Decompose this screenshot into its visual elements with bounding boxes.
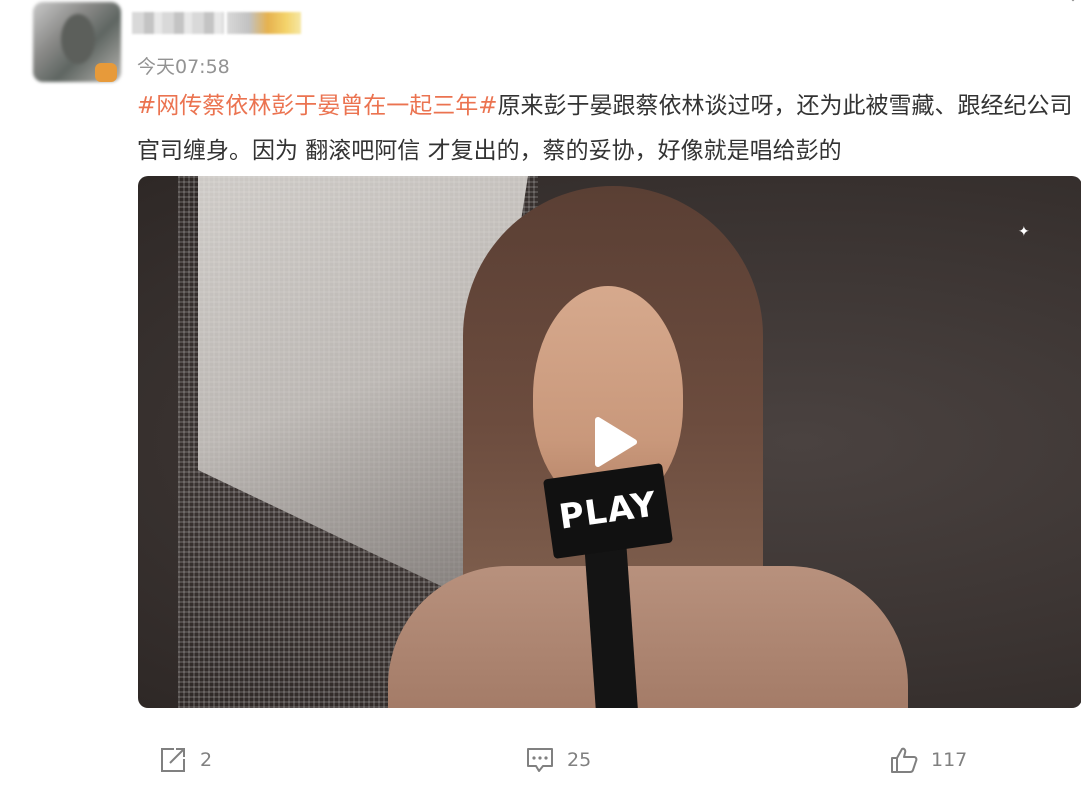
comment-button[interactable]: 25 [525,742,591,778]
play-icon[interactable] [584,414,640,470]
repost-button[interactable]: 2 [158,742,212,778]
comment-icon [527,748,553,772]
repost-icon [161,748,185,772]
verified-badge-icon [95,63,117,82]
comment-count: 25 [567,749,592,771]
topic-link[interactable]: #网传蔡依林彭于晏曾在一起三年# [137,93,498,119]
video-subject-body [388,566,908,708]
sparkle-icon: ✦ [1018,224,1030,240]
like-icon [891,747,918,773]
post-text: #网传蔡依林彭于晏曾在一起三年#原来彭于晏跟蔡依林谈过呀，还为此被雪藏、跟经纪公… [137,84,1077,174]
like-count: 117 [931,749,968,771]
member-badge-icon [227,12,301,34]
repost-count: 2 [200,749,213,771]
microphone-cube: PLAY [543,463,673,559]
action-bar: 2 25 117 [0,742,1081,778]
chevron-down-icon[interactable] [1066,0,1080,4]
video-player[interactable]: PLAY ✦ [138,176,1081,708]
post-timestamp[interactable]: 今天07:58 [137,52,230,79]
like-button[interactable]: 117 [889,742,967,778]
username-blurred[interactable] [132,12,224,34]
